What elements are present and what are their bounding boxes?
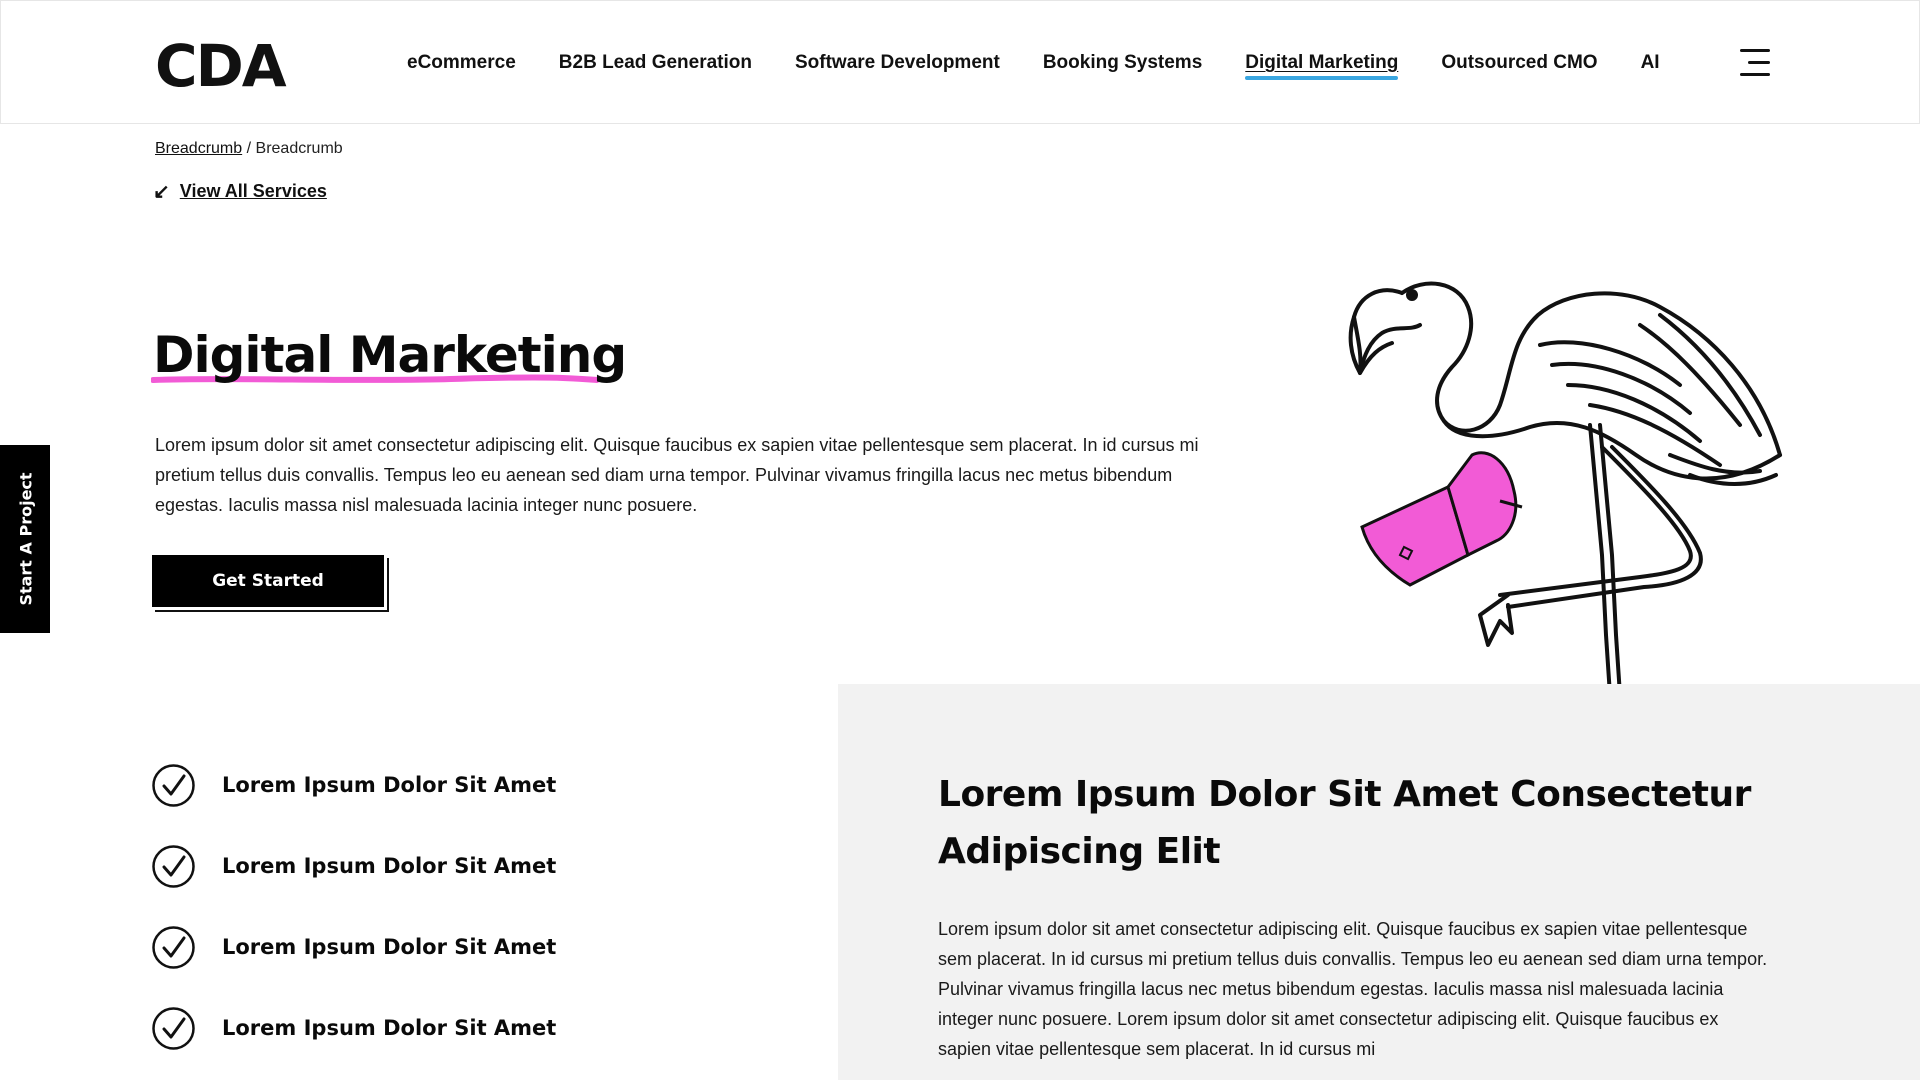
check-circle-icon <box>152 763 195 807</box>
page: CDA eCommerce B2B Lead Generation Softwa… <box>0 0 1920 1080</box>
view-all-services-label[interactable]: View All Services <box>180 181 327 202</box>
hero-description: Lorem ipsum dolor sit amet consectetur a… <box>155 435 1199 515</box>
checklist-label: Lorem Ipsum Dolor Sit Amet <box>222 773 557 797</box>
start-project-label: Start A Project <box>16 472 36 606</box>
checklist-label: Lorem Ipsum Dolor Sit Amet <box>222 854 557 878</box>
breadcrumb-separator: / <box>246 140 252 157</box>
logo[interactable]: CDA <box>155 37 287 95</box>
nav-item-software-development[interactable]: Software Development <box>795 49 1000 77</box>
panel-title: Lorem Ipsum Dolor Sit Amet Consectetur A… <box>938 774 1751 872</box>
breadcrumb-link[interactable]: Breadcrumb <box>155 140 242 157</box>
nav-item-outsourced-cmo[interactable]: Outsourced CMO <box>1441 49 1597 77</box>
nav-item-digital-marketing[interactable]: Digital Marketing <box>1245 49 1399 80</box>
hero-title-wrap: Digital Marketing <box>151 326 627 384</box>
check-circle-icon <box>152 925 195 969</box>
panel-description: Lorem ipsum dolor sit amet consectetur a… <box>938 919 1768 1059</box>
arrow-down-left-icon: ↙ <box>153 180 170 203</box>
checklist-label: Lorem Ipsum Dolor Sit Amet <box>222 1016 557 1040</box>
nav-item-b2b-lead-generation[interactable]: B2B Lead Generation <box>559 49 752 77</box>
breadcrumb-current: Breadcrumb <box>255 140 343 157</box>
start-project-tab[interactable]: Start A Project <box>0 445 50 633</box>
view-all-services-link[interactable]: ↙ View All Services <box>153 181 327 202</box>
checklist-label: Lorem Ipsum Dolor Sit Amet <box>222 935 557 959</box>
main-nav: eCommerce B2B Lead Generation Software D… <box>407 49 1703 80</box>
list-item: Lorem Ipsum Dolor Sit Amet <box>151 844 556 888</box>
nav-item-ai[interactable]: AI <box>1641 49 1660 77</box>
check-circle-icon <box>152 1006 195 1050</box>
feature-checklist: Lorem Ipsum Dolor Sit Amet Lorem Ipsum D… <box>151 763 556 1080</box>
flamingo-illustration <box>1348 281 1782 735</box>
page-title: Digital Marketing <box>153 326 627 384</box>
list-item: Lorem Ipsum Dolor Sit Amet <box>151 763 556 807</box>
nav-item-booking-systems[interactable]: Booking Systems <box>1043 49 1202 77</box>
site-header: CDA eCommerce B2B Lead Generation Softwa… <box>0 0 1920 124</box>
list-item: Lorem Ipsum Dolor Sit Amet <box>151 925 556 969</box>
check-circle-icon <box>152 844 195 888</box>
breadcrumb: Breadcrumb / Breadcrumb <box>155 140 343 158</box>
hamburger-icon[interactable] <box>1738 49 1770 77</box>
get-started-button[interactable]: Get Started <box>152 555 384 607</box>
list-item: Lorem Ipsum Dolor Sit Amet <box>151 1006 556 1050</box>
nav-item-ecommerce[interactable]: eCommerce <box>407 49 516 77</box>
